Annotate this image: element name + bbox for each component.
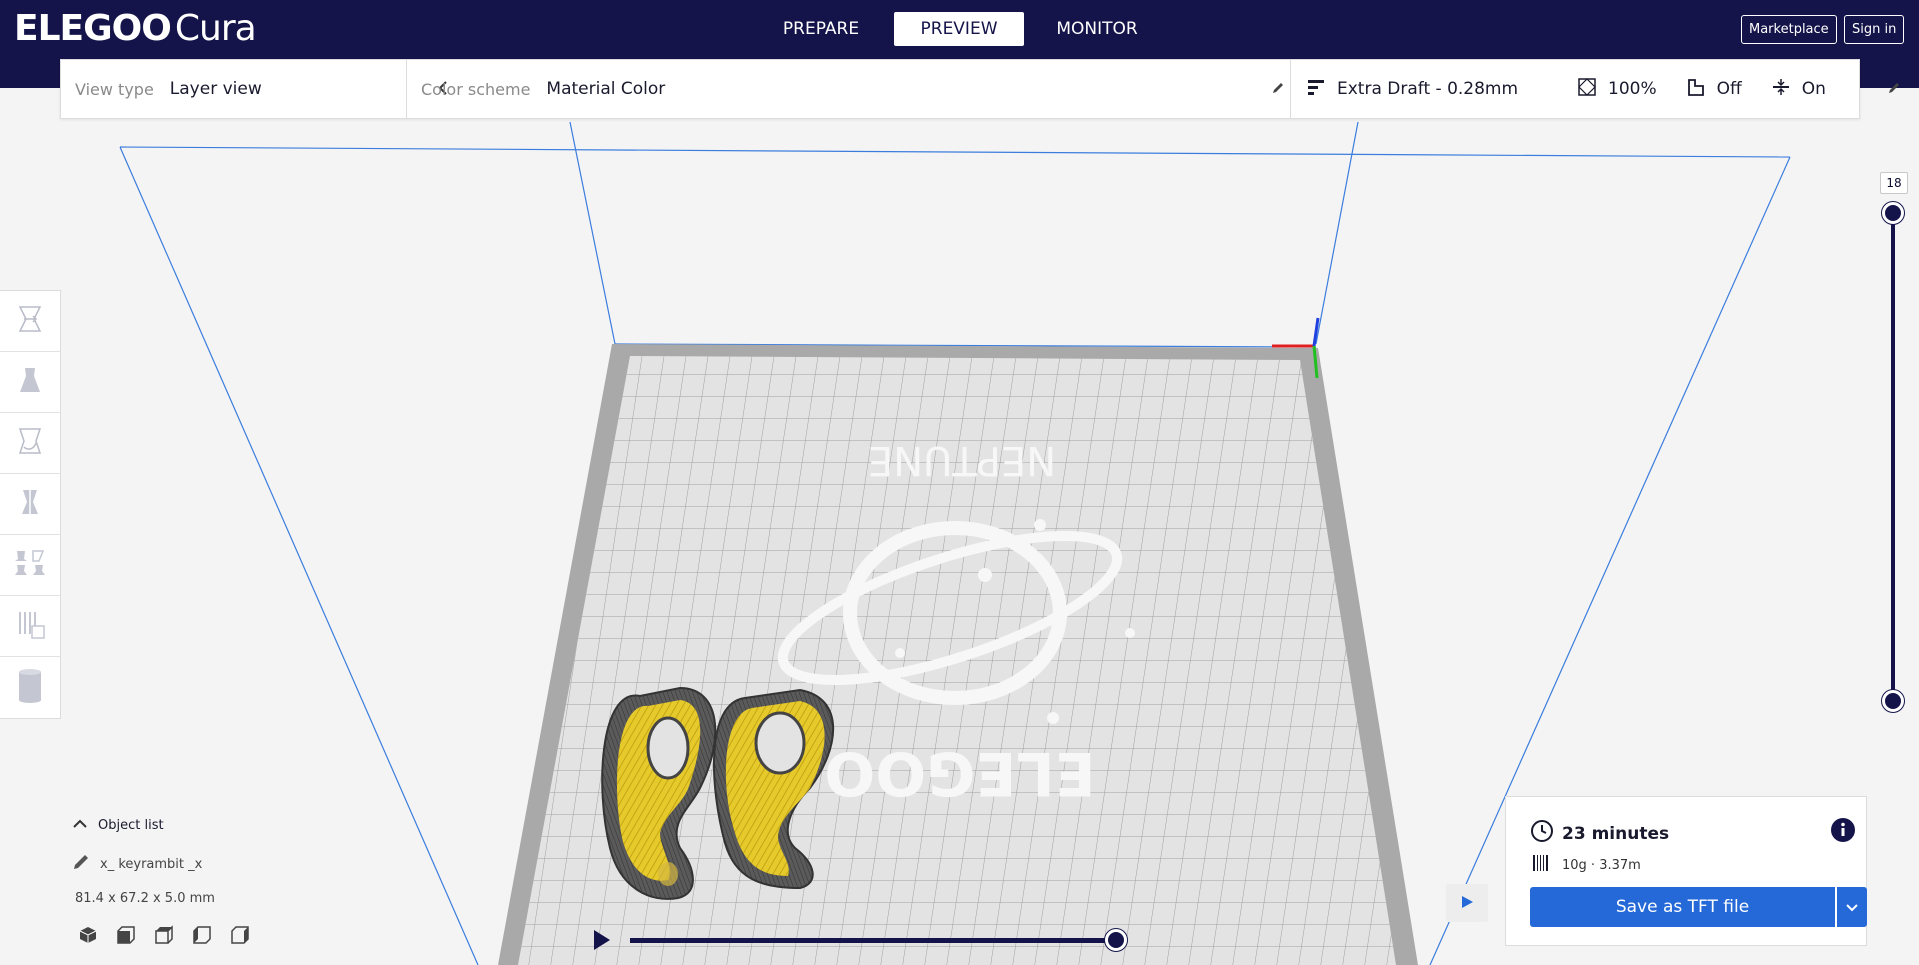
view-type-selector[interactable]: View type Layer view [75, 60, 455, 118]
rotate-icon [14, 425, 46, 461]
play-icon [1460, 894, 1474, 913]
toolbar-divider [406, 60, 407, 118]
camera-view-buttons [78, 925, 250, 949]
tab-prepare[interactable]: PREPARE [756, 12, 886, 46]
layer-slider-bottom-handle[interactable] [1882, 690, 1904, 712]
bed-logo-elegoo: ELEGOO [824, 738, 1095, 808]
translate-icon [14, 303, 46, 339]
cylinder-icon [14, 668, 46, 708]
print-time-row: 23 minutes [1530, 819, 1669, 848]
object-list-label: Object list [98, 818, 164, 833]
pencil-icon [72, 853, 90, 875]
print-summary-panel: 23 minutes 10g · 3.37m Save as TFT file [1505, 796, 1867, 946]
save-options-dropdown[interactable] [1837, 887, 1867, 927]
object-list-toggle[interactable]: Object list [72, 818, 332, 833]
mirror-tool[interactable] [0, 474, 60, 535]
per-model-settings-icon [13, 547, 47, 583]
material-usage-row: 10g · 3.37m [1532, 854, 1641, 876]
pencil-icon[interactable] [1271, 80, 1285, 99]
right-view-icon[interactable] [230, 925, 250, 949]
support-icon [1687, 78, 1705, 100]
tool-panel [0, 290, 61, 719]
save-tft-button[interactable]: Save as TFT file [1530, 887, 1835, 927]
app-logo: ELEGOO Cura [14, 8, 257, 49]
play-simulation-icon[interactable] [590, 928, 612, 956]
material-usage: 10g · 3.37m [1562, 857, 1641, 873]
adhesion-icon [1772, 78, 1790, 100]
layer-progress-track[interactable] [630, 938, 1118, 943]
sign-in-button[interactable]: Sign in [1844, 15, 1905, 44]
chevron-up-icon [72, 818, 88, 833]
layer-slider-top-handle[interactable] [1882, 202, 1904, 224]
color-scheme-value: Material Color [546, 79, 666, 99]
color-scheme-selector[interactable]: Color scheme Material Color [421, 60, 1321, 118]
layer-number-label[interactable]: 18 [1880, 172, 1908, 194]
infill-value: 100% [1608, 79, 1657, 99]
bed-logo-neptune: NEPTUNE [868, 437, 1056, 483]
chevron-down-icon [1845, 898, 1859, 917]
scale-icon [14, 364, 46, 400]
print-time: 23 minutes [1562, 823, 1670, 844]
pencil-icon[interactable] [1887, 80, 1901, 99]
object-name-row[interactable]: x_ keyrambit _x [72, 853, 332, 875]
filament-icon [1532, 854, 1550, 876]
top-view-icon[interactable] [154, 925, 174, 949]
support-blocker-icon [14, 608, 46, 644]
logo-elegoo: ELEGOO [14, 8, 172, 49]
translate-tool[interactable] [0, 291, 60, 352]
object-dimensions: 81.4 x 67.2 x 5.0 mm [75, 891, 215, 906]
support-value: Off [1716, 79, 1742, 99]
stage-tabs: PREPARE PREVIEW MONITOR [756, 12, 1162, 46]
front-view-icon[interactable] [116, 925, 136, 949]
per-model-settings-tool[interactable] [0, 535, 60, 596]
cura-window: NEPTUNE ELEGOO ELEGOO Cura PREPARE PREVI… [0, 0, 1919, 965]
profile-icon [1307, 78, 1325, 100]
info-icon[interactable] [1831, 818, 1855, 846]
view-type-value: Layer view [169, 79, 262, 99]
toolbar-divider [1290, 60, 1291, 118]
object-list-panel: Object list x_ keyrambit _x 81.4 x 67.2 … [72, 818, 332, 906]
scale-tool[interactable] [0, 352, 60, 413]
preview-toolbar: View type Layer view Color scheme Materi… [60, 59, 1899, 119]
color-scheme-label: Color scheme [421, 79, 531, 99]
rotate-tool[interactable] [0, 413, 60, 474]
expand-print-panel-button[interactable] [1446, 884, 1488, 922]
3d-view-icon[interactable] [78, 925, 98, 949]
object-name: x_ keyrambit _x [100, 856, 203, 872]
left-view-icon[interactable] [192, 925, 212, 949]
infill-icon [1578, 78, 1596, 100]
adhesion-value: On [1801, 79, 1826, 99]
clock-icon [1530, 819, 1554, 848]
view-type-label: View type [75, 79, 154, 99]
mirror-icon [14, 486, 46, 522]
support-blocker-tool[interactable] [0, 596, 60, 657]
marketplace-button[interactable]: Marketplace [1741, 15, 1837, 44]
profile-value: Extra Draft - 0.28mm [1337, 79, 1519, 99]
tab-preview[interactable]: PREVIEW [894, 12, 1024, 46]
layer-progress-handle[interactable] [1105, 929, 1127, 951]
print-settings-summary[interactable]: Extra Draft - 0.28mm 100% Off On [1307, 60, 1899, 118]
layer-slider-track[interactable] [1891, 213, 1895, 701]
logo-cura: Cura [174, 8, 257, 49]
cylinder-tool[interactable] [0, 657, 60, 718]
tab-monitor[interactable]: MONITOR [1032, 12, 1162, 46]
